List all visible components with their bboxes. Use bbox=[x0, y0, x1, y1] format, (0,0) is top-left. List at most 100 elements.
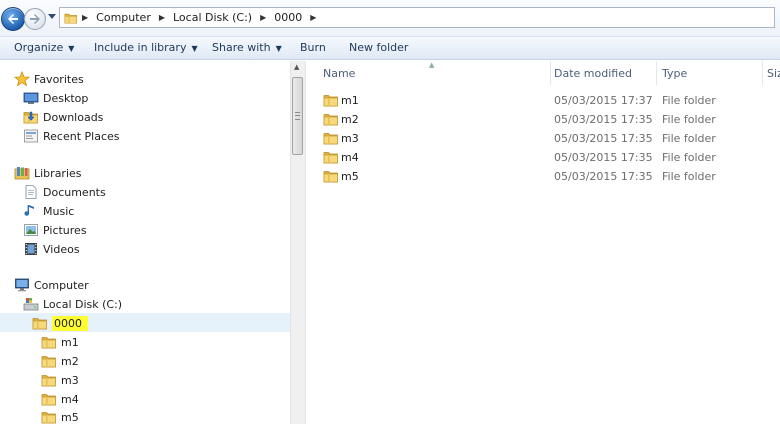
grip-icon bbox=[295, 112, 300, 120]
forward-button[interactable] bbox=[24, 8, 46, 30]
column-divider[interactable] bbox=[656, 61, 657, 85]
computer-icon bbox=[15, 278, 29, 292]
recent-places-icon bbox=[24, 129, 38, 143]
disk-icon bbox=[23, 298, 39, 311]
music-icon bbox=[24, 205, 34, 216]
file-name: m3 bbox=[341, 132, 359, 145]
nav-favorites-label: Favorites bbox=[34, 72, 84, 86]
column-header-name[interactable]: Name bbox=[323, 67, 355, 80]
column-header-size[interactable]: Siz bbox=[767, 67, 780, 80]
file-name: m1 bbox=[341, 94, 359, 107]
burn-button[interactable]: Burn bbox=[300, 41, 326, 54]
nav-folder-0000[interactable]: 0000 bbox=[32, 314, 88, 332]
nav-desktop[interactable]: Desktop bbox=[23, 89, 88, 107]
nav-recent-places-label: Recent Places bbox=[43, 129, 120, 143]
column-divider[interactable] bbox=[550, 61, 551, 85]
nav-folder-label: m2 bbox=[61, 354, 79, 368]
folder-icon bbox=[323, 92, 339, 108]
forward-arrow-icon bbox=[30, 14, 40, 24]
file-row[interactable]: m2 05/03/2015 17:35 File folder bbox=[306, 110, 780, 129]
navigation-pane: Favorites Desktop Downloads Recent Place… bbox=[0, 61, 290, 424]
file-name: m2 bbox=[341, 113, 359, 126]
file-name: m4 bbox=[341, 151, 359, 164]
file-date: 05/03/2015 17:35 bbox=[554, 170, 653, 183]
nav-folder-label: m3 bbox=[61, 373, 79, 387]
scroll-up-arrow-icon[interactable]: ▲ bbox=[294, 63, 299, 71]
nav-music[interactable]: Music bbox=[23, 202, 74, 220]
organize-label: Organize bbox=[14, 41, 64, 54]
scrollbar-thumb[interactable] bbox=[292, 77, 303, 155]
folder-icon bbox=[41, 372, 57, 388]
nav-computer[interactable]: Computer bbox=[14, 276, 89, 294]
nav-local-disk[interactable]: Local Disk (C:) bbox=[23, 295, 122, 313]
nav-folder-m3[interactable]: m3 bbox=[41, 371, 79, 389]
back-arrow-icon bbox=[8, 14, 18, 24]
file-row[interactable]: m1 05/03/2015 17:37 File folder bbox=[306, 91, 780, 110]
folder-icon bbox=[32, 315, 48, 331]
breadcrumb-separator-icon[interactable]: ▶ bbox=[82, 13, 88, 22]
nav-folder-m5[interactable]: m5 bbox=[41, 408, 79, 426]
breadcrumb-computer[interactable]: Computer bbox=[96, 11, 151, 24]
command-bar: Organize ▼ Include in library ▼ Share with… bbox=[0, 36, 780, 60]
nav-videos[interactable]: Videos bbox=[23, 240, 80, 258]
share-with-button[interactable]: Share with ▼ bbox=[212, 41, 282, 54]
desktop-icon bbox=[23, 92, 39, 104]
nav-downloads[interactable]: Downloads bbox=[23, 108, 103, 126]
file-date: 05/03/2015 17:37 bbox=[554, 94, 653, 107]
nav-libraries-label: Libraries bbox=[34, 166, 82, 180]
chevron-down-icon: ▼ bbox=[191, 44, 198, 53]
folder-icon bbox=[41, 353, 57, 369]
nav-folder-0000-label: 0000 bbox=[52, 315, 88, 331]
nav-folder-m4[interactable]: m4 bbox=[41, 390, 79, 408]
file-row[interactable]: m5 05/03/2015 17:35 File folder bbox=[306, 167, 780, 186]
nav-recent-places[interactable]: Recent Places bbox=[23, 127, 120, 145]
share-with-label: Share with bbox=[212, 41, 271, 54]
column-divider[interactable] bbox=[762, 61, 763, 85]
nav-downloads-label: Downloads bbox=[43, 110, 104, 124]
recent-pages-dropdown-icon[interactable] bbox=[48, 14, 56, 20]
organize-button[interactable]: Organize ▼ bbox=[14, 41, 74, 54]
libraries-icon bbox=[14, 167, 30, 180]
downloads-icon bbox=[23, 111, 39, 125]
pictures-icon bbox=[24, 224, 38, 236]
breadcrumb-0000[interactable]: 0000 bbox=[274, 11, 302, 24]
sort-ascending-icon: ▲ bbox=[429, 61, 435, 69]
file-type: File folder bbox=[662, 170, 716, 183]
nav-local-disk-label: Local Disk (C:) bbox=[43, 297, 123, 311]
videos-icon bbox=[25, 243, 37, 255]
folder-icon bbox=[41, 409, 57, 425]
nav-folder-m1[interactable]: m1 bbox=[41, 333, 79, 351]
address-box[interactable]: ▶ Computer ▶ Local Disk (C:) ▶ 0000 ▶ bbox=[59, 7, 775, 28]
breadcrumb-local-disk[interactable]: Local Disk (C:) bbox=[173, 11, 252, 24]
file-list-pane: ▲ Name Date modified Type Siz m1 05/03/2… bbox=[306, 61, 780, 424]
folder-icon bbox=[323, 130, 339, 146]
breadcrumb-separator-icon[interactable]: ▶ bbox=[159, 13, 165, 22]
breadcrumb: ▶ Computer ▶ Local Disk (C:) ▶ 0000 ▶ bbox=[82, 11, 324, 24]
file-row[interactable]: m3 05/03/2015 17:35 File folder bbox=[306, 129, 780, 148]
column-header-type[interactable]: Type bbox=[662, 67, 687, 80]
breadcrumb-separator-icon[interactable]: ▶ bbox=[310, 13, 316, 22]
file-date: 05/03/2015 17:35 bbox=[554, 113, 653, 126]
nav-pictures[interactable]: Pictures bbox=[23, 221, 87, 239]
include-in-library-button[interactable]: Include in library ▼ bbox=[94, 41, 198, 54]
column-header-date-modified[interactable]: Date modified bbox=[554, 67, 632, 80]
file-type: File folder bbox=[662, 151, 716, 164]
nav-documents[interactable]: Documents bbox=[23, 183, 106, 201]
column-headers: ▲ Name Date modified Type Siz bbox=[306, 61, 780, 85]
back-button[interactable] bbox=[1, 7, 25, 31]
nav-favorites[interactable]: Favorites bbox=[14, 70, 84, 88]
folder-icon bbox=[41, 391, 57, 407]
folder-icon bbox=[64, 11, 78, 25]
nav-folder-label: m4 bbox=[61, 392, 79, 406]
nav-documents-label: Documents bbox=[43, 185, 106, 199]
documents-icon bbox=[25, 185, 37, 199]
nav-videos-label: Videos bbox=[43, 242, 80, 256]
nav-libraries[interactable]: Libraries bbox=[14, 164, 82, 182]
breadcrumb-separator-icon[interactable]: ▶ bbox=[260, 13, 266, 22]
nav-folder-m2[interactable]: m2 bbox=[41, 352, 79, 370]
folder-icon bbox=[323, 111, 339, 127]
address-bar: ▶ Computer ▶ Local Disk (C:) ▶ 0000 ▶ bbox=[0, 0, 780, 36]
new-folder-button[interactable]: New folder bbox=[349, 41, 408, 54]
file-row[interactable]: m4 05/03/2015 17:35 File folder bbox=[306, 148, 780, 167]
navigation-scrollbar[interactable]: ▲ bbox=[290, 61, 306, 424]
